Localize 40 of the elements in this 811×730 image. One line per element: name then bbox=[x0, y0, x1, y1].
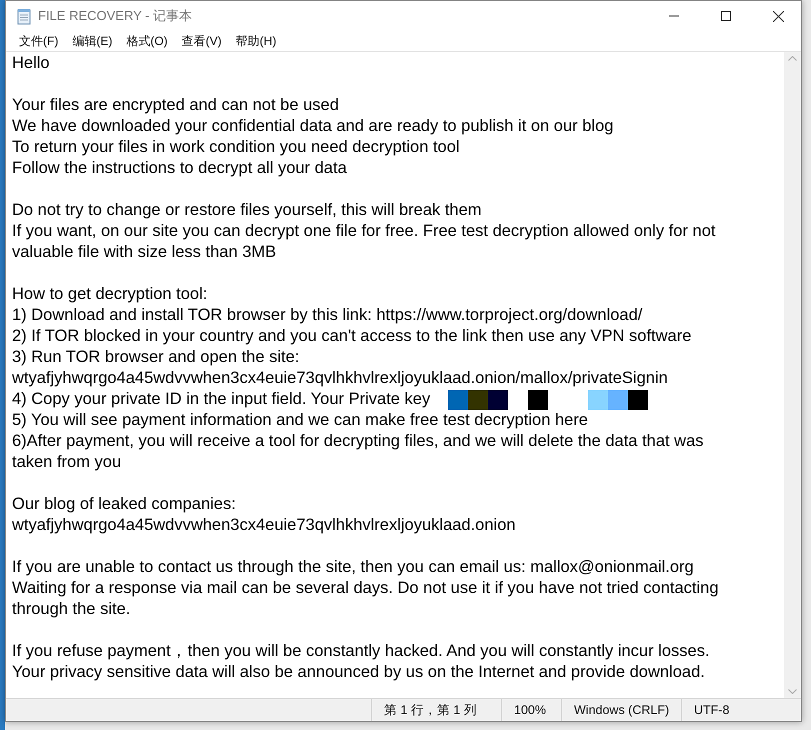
text-line: 5) You will see payment information and we can make free test decryption here bbox=[12, 410, 588, 431]
menu-item[interactable]: 编辑(E) bbox=[65, 32, 120, 50]
scroll-down-icon[interactable] bbox=[788, 689, 797, 694]
text-line: Do not try to change or restore files yourself, this will break them bbox=[12, 200, 482, 221]
text-line: If you are unable to contact us through the site, then you can email us: mallox@onionmail.org bbox=[12, 557, 694, 578]
text-line: To return your files in work condition you need decryption tool bbox=[12, 137, 460, 158]
text-line: wtyafjyhwqrgo4a45wdvvwhen3cx4euie73qvlhkhvlrexljoyuklaad.onion/mallox/privateSignin bbox=[12, 368, 668, 389]
text-line: through the site. bbox=[12, 599, 130, 620]
text-line: If you refuse payment，then you will be constantly hacked. And you will constantly incur losses. bbox=[12, 641, 710, 662]
window-title: FILE RECOVERY - 记事本 bbox=[38, 7, 194, 25]
text-line: 2) If TOR blocked in your country and you can't access to the link then use any VPN software bbox=[12, 326, 692, 347]
notepad-icon bbox=[16, 8, 32, 24]
status-text: Windows (CRLF) bbox=[561, 699, 681, 721]
text-line: We have downloaded your confidential data and are ready to publish it on our blog bbox=[12, 116, 614, 137]
text-line: How to get decryption tool: bbox=[12, 284, 208, 305]
maximize-icon bbox=[721, 11, 731, 21]
text-line: 6)After payment, you will receive a tool for decrypting files, and we will delete the data that was bbox=[12, 431, 704, 452]
text-line: If you want, on our site you can decrypt one file for free. Free test decryption allowed only for not bbox=[12, 221, 716, 242]
text-line: Follow the instructions to decrypt all your data bbox=[12, 158, 347, 179]
text-line: Our blog of leaked companies: bbox=[12, 494, 236, 515]
text-line: Waiting for a response via mail can be several days. Do not use it if you have not tried contacting bbox=[12, 578, 719, 599]
status-text: 第 1 行，第 1 列 bbox=[371, 699, 501, 721]
text-line: Your files are encrypted and can not be used bbox=[12, 95, 339, 116]
scroll-up-icon[interactable] bbox=[788, 56, 797, 61]
text-line: 1) Download and install TOR browser by this link: https://www.torproject.org/download/ bbox=[12, 305, 642, 326]
status-text: 100% bbox=[501, 699, 561, 721]
text-line: valuable file with size less than 3MB bbox=[12, 242, 276, 263]
text-line: 4) Copy your private ID in the input field. Your Private key bbox=[12, 389, 430, 410]
menu-item[interactable]: 查看(V) bbox=[174, 32, 229, 50]
menu-item[interactable]: 格式(O) bbox=[119, 32, 175, 50]
text-line: Your privacy sensitive data will also be announced by us on the Internet and provide download. bbox=[12, 662, 705, 683]
text-line: 3) Run TOR browser and open the site: bbox=[12, 347, 300, 368]
menu-item[interactable]: 文件(F) bbox=[12, 32, 66, 50]
text-line: Hello bbox=[12, 53, 50, 74]
text-line: taken from you bbox=[12, 452, 122, 473]
vertical-scrollbar[interactable] bbox=[784, 52, 801, 698]
close-icon bbox=[772, 10, 784, 22]
text-line: wtyafjyhwqrgo4a45wdvvwhen3cx4euie73qvlhkhvlrexljoyuklaad.onion bbox=[12, 515, 516, 536]
status-text: UTF-8 bbox=[681, 699, 781, 721]
menu-item[interactable]: 帮助(H) bbox=[228, 32, 284, 50]
